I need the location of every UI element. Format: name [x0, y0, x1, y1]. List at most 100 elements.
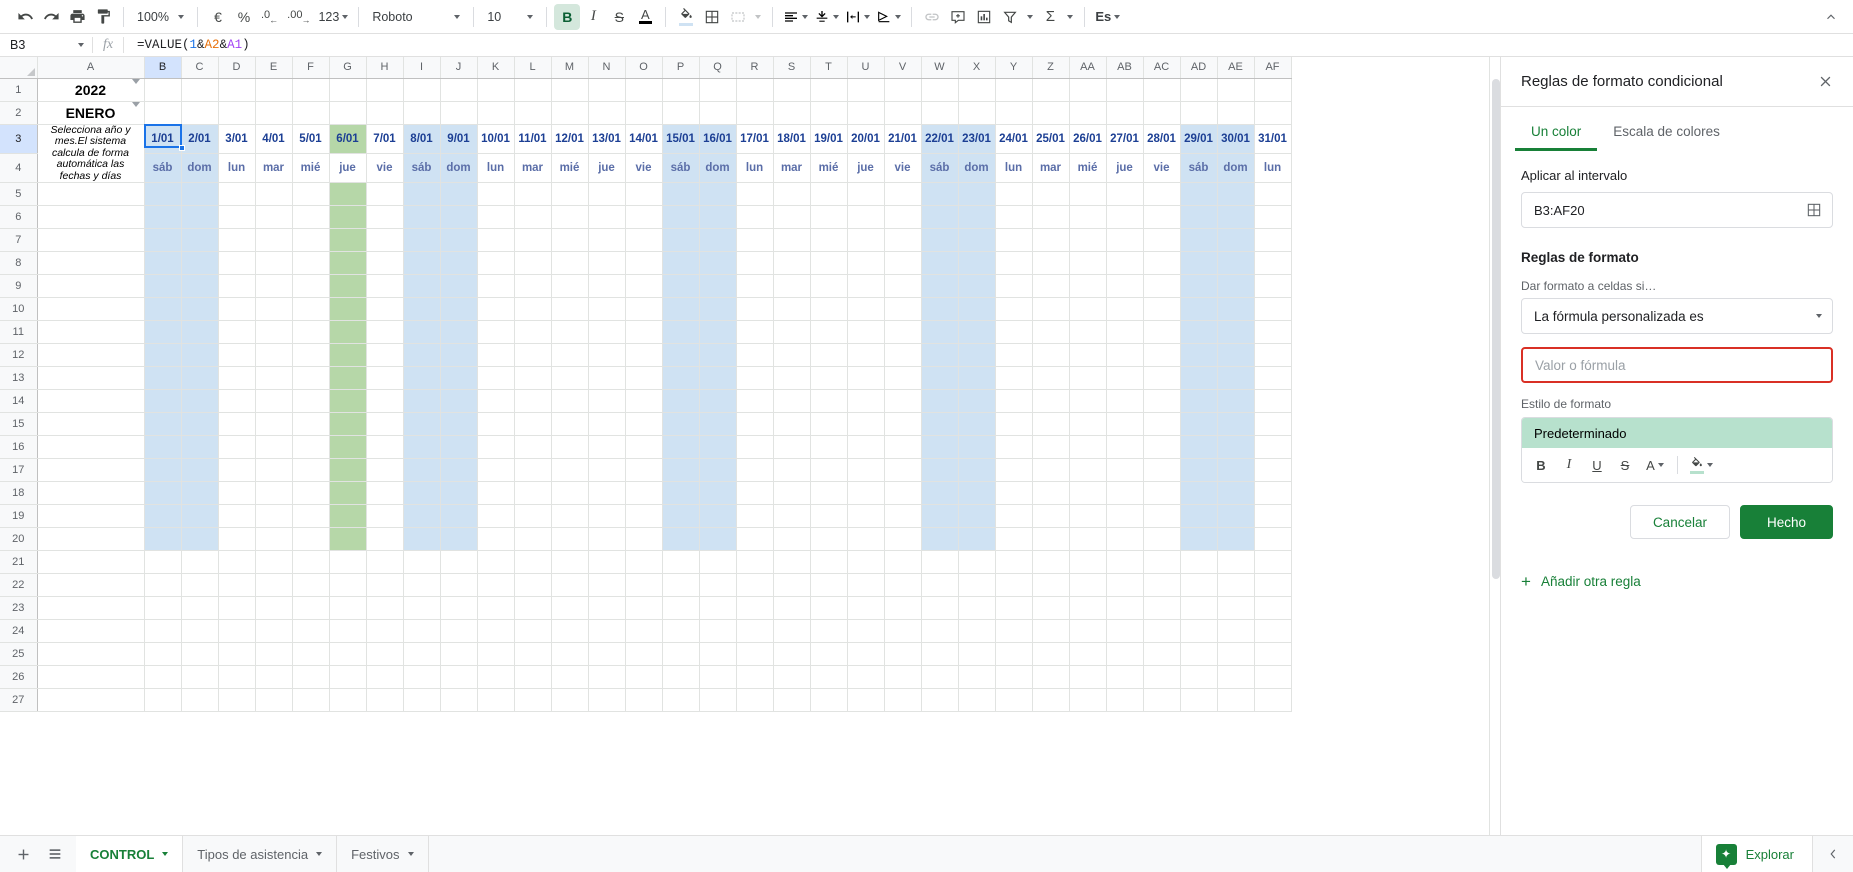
- cell-i12[interactable]: [403, 343, 441, 367]
- cell-j10[interactable]: [440, 297, 478, 321]
- cell-y12[interactable]: [995, 343, 1033, 367]
- cell-o12[interactable]: [625, 343, 663, 367]
- cell-y4[interactable]: lun: [995, 153, 1033, 184]
- cell-r14[interactable]: [736, 389, 774, 413]
- cell-ad13[interactable]: [1180, 366, 1218, 390]
- cell-r16[interactable]: [736, 435, 774, 459]
- cell-f24[interactable]: [292, 619, 330, 643]
- cell-b13[interactable]: [144, 366, 182, 390]
- cell-q10[interactable]: [699, 297, 737, 321]
- cell-m18[interactable]: [551, 481, 589, 505]
- cell-x4[interactable]: dom: [958, 153, 996, 184]
- row-header-27[interactable]: 27: [0, 688, 38, 712]
- style-strikethrough-button[interactable]: S: [1612, 452, 1638, 478]
- cell-c11[interactable]: [181, 320, 219, 344]
- cell-m24[interactable]: [551, 619, 589, 643]
- column-header-h[interactable]: H: [366, 57, 404, 79]
- cell-g6[interactable]: [329, 205, 367, 229]
- row-header-4[interactable]: 4: [0, 153, 38, 184]
- row-header-16[interactable]: 16: [0, 435, 38, 459]
- row-header-2[interactable]: 2: [0, 101, 38, 125]
- cell-ad19[interactable]: [1180, 504, 1218, 528]
- cell-ae10[interactable]: [1217, 297, 1255, 321]
- cell-h18[interactable]: [366, 481, 404, 505]
- cell-aa10[interactable]: [1069, 297, 1107, 321]
- cell-ad23[interactable]: [1180, 596, 1218, 620]
- collapse-toolbar-button[interactable]: [1819, 5, 1843, 29]
- cell-n11[interactable]: [588, 320, 626, 344]
- cell-ad3[interactable]: 29/01: [1180, 124, 1218, 154]
- cell-k6[interactable]: [477, 205, 515, 229]
- cell-o8[interactable]: [625, 251, 663, 275]
- cell-e3[interactable]: 4/01: [255, 124, 293, 154]
- cell-t18[interactable]: [810, 481, 848, 505]
- cell-q26[interactable]: [699, 665, 737, 689]
- cell-v13[interactable]: [884, 366, 922, 390]
- cell-p18[interactable]: [662, 481, 700, 505]
- cell-ab16[interactable]: [1106, 435, 1144, 459]
- cell-w9[interactable]: [921, 274, 959, 298]
- cell-m1[interactable]: [551, 78, 589, 102]
- cell-j23[interactable]: [440, 596, 478, 620]
- cell-s13[interactable]: [773, 366, 811, 390]
- cell-d6[interactable]: [218, 205, 256, 229]
- cell-ab17[interactable]: [1106, 458, 1144, 482]
- cell-v4[interactable]: vie: [884, 153, 922, 184]
- cell-y20[interactable]: [995, 527, 1033, 551]
- cell-i22[interactable]: [403, 573, 441, 597]
- cell-x25[interactable]: [958, 642, 996, 666]
- cell-v3[interactable]: 21/01: [884, 124, 922, 154]
- cell-aa3[interactable]: 26/01: [1069, 124, 1107, 154]
- cell-ae7[interactable]: [1217, 228, 1255, 252]
- cell-p25[interactable]: [662, 642, 700, 666]
- cell-v24[interactable]: [884, 619, 922, 643]
- cell-u19[interactable]: [847, 504, 885, 528]
- column-header-m[interactable]: M: [551, 57, 589, 79]
- cell-ac10[interactable]: [1143, 297, 1181, 321]
- cell-n18[interactable]: [588, 481, 626, 505]
- cell-af25[interactable]: [1254, 642, 1292, 666]
- cell-e19[interactable]: [255, 504, 293, 528]
- cell-d10[interactable]: [218, 297, 256, 321]
- cell-y1[interactable]: [995, 78, 1033, 102]
- cell-p24[interactable]: [662, 619, 700, 643]
- cell-c19[interactable]: [181, 504, 219, 528]
- cell-j18[interactable]: [440, 481, 478, 505]
- cell-ad18[interactable]: [1180, 481, 1218, 505]
- cell-v19[interactable]: [884, 504, 922, 528]
- cell-i4[interactable]: sáb: [403, 153, 441, 184]
- cell-aa6[interactable]: [1069, 205, 1107, 229]
- cell-w21[interactable]: [921, 550, 959, 574]
- cell-z13[interactable]: [1032, 366, 1070, 390]
- cell-w11[interactable]: [921, 320, 959, 344]
- cell-c8[interactable]: [181, 251, 219, 275]
- cell-c22[interactable]: [181, 573, 219, 597]
- cell-l5[interactable]: [514, 182, 552, 206]
- cell-f17[interactable]: [292, 458, 330, 482]
- cell-r20[interactable]: [736, 527, 774, 551]
- cell-s20[interactable]: [773, 527, 811, 551]
- cell-s15[interactable]: [773, 412, 811, 436]
- cell-n8[interactable]: [588, 251, 626, 275]
- cell-g11[interactable]: [329, 320, 367, 344]
- cell-m6[interactable]: [551, 205, 589, 229]
- cell-af14[interactable]: [1254, 389, 1292, 413]
- cell-o20[interactable]: [625, 527, 663, 551]
- cell-g2[interactable]: [329, 101, 367, 125]
- cell-i13[interactable]: [403, 366, 441, 390]
- cell-t7[interactable]: [810, 228, 848, 252]
- cell-b24[interactable]: [144, 619, 182, 643]
- cell-af20[interactable]: [1254, 527, 1292, 551]
- cell-af18[interactable]: [1254, 481, 1292, 505]
- cell-o15[interactable]: [625, 412, 663, 436]
- cell-ac18[interactable]: [1143, 481, 1181, 505]
- cell-h23[interactable]: [366, 596, 404, 620]
- cell-p7[interactable]: [662, 228, 700, 252]
- column-header-ae[interactable]: AE: [1217, 57, 1255, 79]
- increase-decimal-button[interactable]: .00 →: [283, 4, 315, 30]
- cell-af12[interactable]: [1254, 343, 1292, 367]
- cell-k23[interactable]: [477, 596, 515, 620]
- cell-h9[interactable]: [366, 274, 404, 298]
- column-header-p[interactable]: P: [662, 57, 700, 79]
- cell-t21[interactable]: [810, 550, 848, 574]
